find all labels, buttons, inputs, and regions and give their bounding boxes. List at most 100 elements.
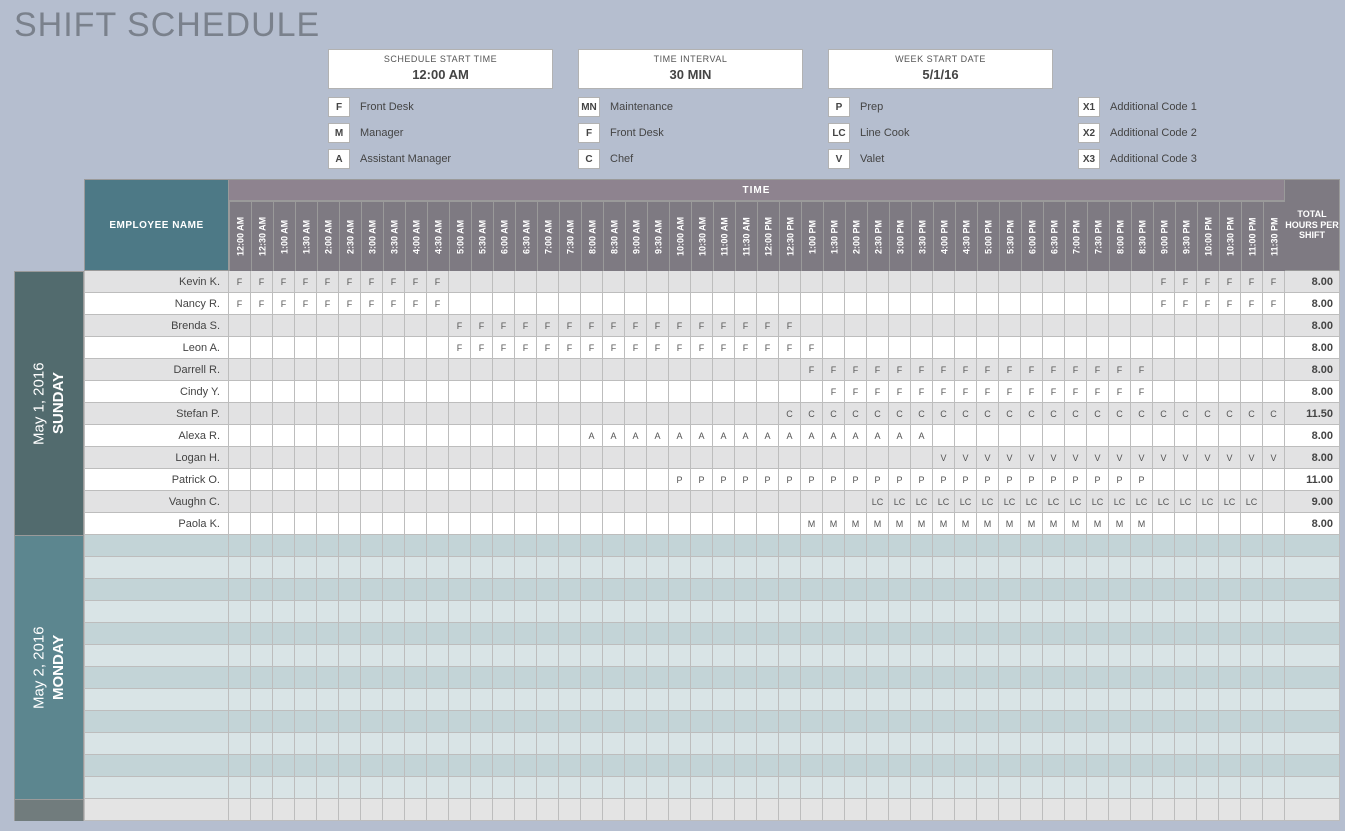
- shift-cell[interactable]: [691, 733, 713, 755]
- shift-cell[interactable]: [1263, 689, 1285, 711]
- shift-cell[interactable]: [1153, 755, 1175, 777]
- shift-cell[interactable]: [361, 733, 383, 755]
- shift-cell[interactable]: F: [251, 293, 273, 315]
- shift-cell[interactable]: [295, 513, 317, 535]
- shift-cell[interactable]: [955, 535, 977, 557]
- shift-cell[interactable]: LC: [867, 491, 889, 513]
- shift-cell[interactable]: F: [1021, 359, 1043, 381]
- shift-cell[interactable]: [625, 381, 647, 403]
- shift-cell[interactable]: [295, 799, 317, 821]
- shift-cell[interactable]: [251, 337, 273, 359]
- shift-cell[interactable]: [273, 777, 295, 799]
- shift-cell[interactable]: [229, 337, 251, 359]
- shift-cell[interactable]: [757, 535, 779, 557]
- shift-cell[interactable]: [361, 513, 383, 535]
- shift-cell[interactable]: [273, 403, 295, 425]
- shift-cell[interactable]: A: [735, 425, 757, 447]
- employee-name-cell[interactable]: [84, 755, 229, 777]
- shift-cell[interactable]: [867, 689, 889, 711]
- shift-cell[interactable]: C: [1109, 403, 1131, 425]
- shift-cell[interactable]: [1043, 777, 1065, 799]
- shift-cell[interactable]: [823, 579, 845, 601]
- shift-cell[interactable]: [383, 623, 405, 645]
- shift-cell[interactable]: [823, 623, 845, 645]
- shift-cell[interactable]: [273, 557, 295, 579]
- shift-cell[interactable]: [1197, 381, 1219, 403]
- shift-cell[interactable]: [493, 469, 515, 491]
- shift-cell[interactable]: [273, 359, 295, 381]
- shift-cell[interactable]: F: [603, 337, 625, 359]
- shift-cell[interactable]: [295, 337, 317, 359]
- shift-cell[interactable]: [977, 689, 999, 711]
- shift-cell[interactable]: F: [427, 271, 449, 293]
- shift-cell[interactable]: [405, 469, 427, 491]
- shift-cell[interactable]: [317, 425, 339, 447]
- shift-cell[interactable]: [229, 645, 251, 667]
- shift-cell[interactable]: M: [845, 513, 867, 535]
- shift-cell[interactable]: [999, 667, 1021, 689]
- employee-name-cell[interactable]: [84, 535, 229, 557]
- shift-cell[interactable]: [1153, 799, 1175, 821]
- shift-cell[interactable]: [493, 359, 515, 381]
- shift-cell[interactable]: [1175, 645, 1197, 667]
- shift-cell[interactable]: [405, 315, 427, 337]
- shift-cell[interactable]: LC: [1219, 491, 1241, 513]
- shift-cell[interactable]: V: [1065, 447, 1087, 469]
- shift-cell[interactable]: [867, 337, 889, 359]
- shift-cell[interactable]: [977, 799, 999, 821]
- shift-cell[interactable]: [581, 535, 603, 557]
- shift-cell[interactable]: [889, 557, 911, 579]
- shift-cell[interactable]: [1021, 645, 1043, 667]
- shift-cell[interactable]: [801, 293, 823, 315]
- shift-cell[interactable]: [669, 381, 691, 403]
- employee-name-cell[interactable]: [84, 557, 229, 579]
- shift-cell[interactable]: [867, 667, 889, 689]
- shift-cell[interactable]: [1241, 711, 1263, 733]
- shift-cell[interactable]: F: [339, 271, 361, 293]
- shift-cell[interactable]: [757, 557, 779, 579]
- shift-cell[interactable]: [999, 425, 1021, 447]
- shift-cell[interactable]: [295, 359, 317, 381]
- employee-name-cell[interactable]: Logan H.: [84, 447, 229, 469]
- shift-cell[interactable]: LC: [1109, 491, 1131, 513]
- shift-cell[interactable]: [1043, 733, 1065, 755]
- shift-cell[interactable]: [471, 755, 493, 777]
- legend-code[interactable]: M: [328, 123, 350, 143]
- shift-cell[interactable]: C: [1241, 403, 1263, 425]
- shift-cell[interactable]: [361, 667, 383, 689]
- shift-cell[interactable]: [317, 601, 339, 623]
- shift-cell[interactable]: [911, 579, 933, 601]
- shift-cell[interactable]: [339, 425, 361, 447]
- shift-cell[interactable]: [493, 689, 515, 711]
- employee-name-cell[interactable]: Cindy Y.: [84, 381, 229, 403]
- shift-cell[interactable]: [361, 601, 383, 623]
- shift-cell[interactable]: [911, 271, 933, 293]
- shift-cell[interactable]: [471, 403, 493, 425]
- shift-cell[interactable]: C: [1065, 403, 1087, 425]
- shift-cell[interactable]: [1043, 645, 1065, 667]
- shift-cell[interactable]: [933, 293, 955, 315]
- shift-cell[interactable]: [1109, 337, 1131, 359]
- shift-cell[interactable]: C: [823, 403, 845, 425]
- shift-cell[interactable]: [889, 315, 911, 337]
- shift-cell[interactable]: P: [977, 469, 999, 491]
- shift-cell[interactable]: [1043, 337, 1065, 359]
- shift-cell[interactable]: [493, 293, 515, 315]
- shift-cell[interactable]: M: [1109, 513, 1131, 535]
- shift-cell[interactable]: LC: [1175, 491, 1197, 513]
- shift-cell[interactable]: [735, 447, 757, 469]
- shift-cell[interactable]: [647, 623, 669, 645]
- shift-cell[interactable]: [625, 733, 647, 755]
- shift-cell[interactable]: [647, 777, 669, 799]
- shift-cell[interactable]: [493, 667, 515, 689]
- shift-cell[interactable]: [1263, 425, 1285, 447]
- shift-cell[interactable]: [1241, 755, 1263, 777]
- shift-cell[interactable]: P: [735, 469, 757, 491]
- shift-cell[interactable]: [559, 601, 581, 623]
- shift-cell[interactable]: [669, 799, 691, 821]
- shift-cell[interactable]: [229, 777, 251, 799]
- shift-cell[interactable]: [603, 535, 625, 557]
- shift-cell[interactable]: [1219, 667, 1241, 689]
- shift-cell[interactable]: C: [955, 403, 977, 425]
- shift-cell[interactable]: [273, 733, 295, 755]
